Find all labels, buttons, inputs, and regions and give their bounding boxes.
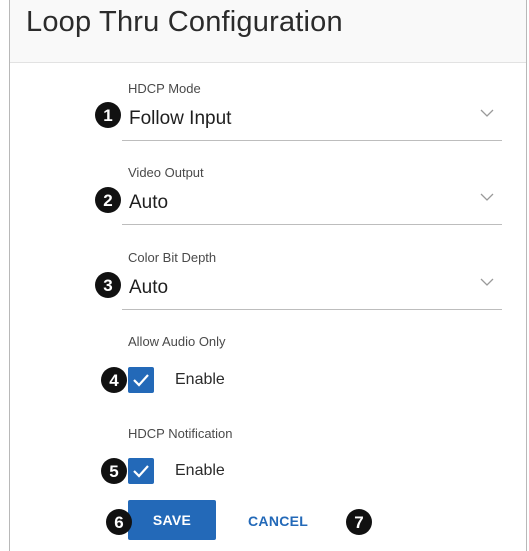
checkbox-checked[interactable]	[128, 367, 154, 393]
video-output-select[interactable]: Auto	[122, 188, 502, 225]
allow-audio-only-label: Allow Audio Only	[128, 334, 226, 349]
color-bit-depth-value: Auto	[129, 277, 169, 298]
callout-marker-7: 7	[346, 509, 372, 535]
checkbox-checked[interactable]	[128, 458, 154, 484]
dialog-left-border	[9, 0, 10, 551]
hdcp-mode-value: Follow Input	[129, 108, 232, 129]
callout-marker-1: 1	[95, 102, 121, 128]
callout-marker-4: 4	[101, 367, 127, 393]
callout-marker-3: 3	[95, 272, 121, 298]
hdcp-notification-label: HDCP Notification	[128, 426, 233, 441]
callout-marker-5: 5	[101, 458, 127, 484]
callout-marker-2: 2	[95, 187, 121, 213]
allow-audio-only-checkbox[interactable]: Enable	[128, 367, 248, 393]
chevron-down-icon	[480, 109, 494, 117]
hdcp-notification-option: Enable	[175, 462, 225, 479]
dialog-title: Loop Thru Configuration	[26, 6, 343, 38]
hdcp-mode-label: HDCP Mode	[128, 81, 201, 96]
chevron-down-icon	[480, 193, 494, 201]
callout-marker-6: 6	[106, 509, 132, 535]
checkmark-icon	[133, 465, 149, 478]
allow-audio-only-option: Enable	[175, 371, 225, 388]
video-output-label: Video Output	[128, 165, 204, 180]
cancel-button[interactable]: CANCEL	[240, 506, 316, 536]
save-button[interactable]: SAVE	[128, 500, 216, 540]
video-output-value: Auto	[129, 192, 169, 213]
dialog-header: Loop Thru Configuration	[10, 0, 526, 63]
dialog-right-border	[526, 0, 527, 551]
hdcp-notification-checkbox[interactable]: Enable	[128, 458, 248, 484]
checkmark-icon	[133, 374, 149, 387]
hdcp-mode-select[interactable]: Follow Input	[122, 104, 502, 141]
chevron-down-icon	[480, 278, 494, 286]
color-bit-depth-select[interactable]: Auto	[122, 273, 502, 310]
color-bit-depth-label: Color Bit Depth	[128, 250, 217, 265]
